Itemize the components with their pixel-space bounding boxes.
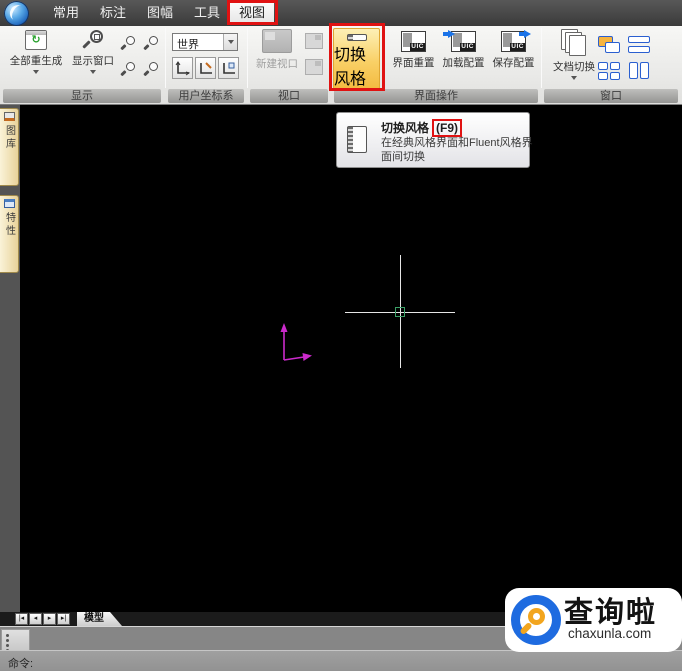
tab-tools[interactable]: 工具 bbox=[187, 4, 227, 22]
load-config-icon: UIC bbox=[443, 30, 476, 52]
doc-switch-button[interactable]: 文档切换 bbox=[547, 29, 601, 80]
zoom-window-icon bbox=[82, 30, 103, 50]
command-prompt: 命令: bbox=[8, 658, 34, 670]
pickbox bbox=[395, 307, 405, 317]
group-label-ucs: 用户坐标系 bbox=[168, 89, 244, 103]
tab-view-active[interactable]: 视图 bbox=[230, 2, 274, 23]
palette-tab-library[interactable]: 图库 bbox=[0, 108, 19, 186]
cascade-windows-button[interactable] bbox=[596, 35, 624, 55]
tab-home[interactable]: 常用 bbox=[46, 4, 86, 22]
tooltip-description: 在经典风格界面和Fluent风格界面间切换 bbox=[381, 137, 533, 163]
library-icon bbox=[3, 112, 15, 121]
chevron-down-icon bbox=[33, 70, 39, 74]
tab-sheet[interactable]: 图幅 bbox=[140, 4, 180, 22]
ucs-object-icon bbox=[200, 61, 212, 74]
tab-annotate[interactable]: 标注 bbox=[93, 4, 133, 22]
chevron-down-icon bbox=[571, 76, 577, 80]
reset-ui-button[interactable]: UIC 界面重置 bbox=[389, 31, 438, 70]
command-drag-handle[interactable] bbox=[1, 629, 30, 652]
chaxunla-logo-icon bbox=[511, 595, 561, 645]
zoom-in-button[interactable] bbox=[140, 31, 162, 55]
tile-horizontal-icon bbox=[628, 36, 650, 43]
palette-tab-properties[interactable]: 特性 bbox=[0, 195, 19, 273]
switch-style-icon bbox=[347, 126, 367, 153]
ribbon: ↻ 全部重生成 显示窗口 显示 世界 用户坐标系 新建视口 视口 切换风格 UI… bbox=[0, 26, 682, 105]
ribbon-tab-bar: 常用 标注 图幅 工具 视图 bbox=[0, 0, 682, 26]
tile-grid-icon bbox=[598, 62, 608, 70]
tile-horizontal-button[interactable] bbox=[626, 35, 654, 55]
join-viewport-icon[interactable] bbox=[305, 59, 323, 75]
grip-dots-icon bbox=[6, 634, 9, 637]
annotation-f9-shortcut: (F9) bbox=[432, 119, 463, 137]
panel-divider bbox=[541, 28, 542, 88]
ucs-world-icon bbox=[175, 60, 190, 75]
tile-vertical-icon bbox=[629, 62, 638, 79]
zoom-previous-icon bbox=[120, 62, 135, 77]
app-window: 常用 标注 图幅 工具 视图 ↻ 全部重生成 显示窗口 显示 世界 用户坐标系 … bbox=[0, 0, 682, 671]
watermark-title: 查询啦 bbox=[564, 597, 658, 629]
model-tab[interactable]: 模型 bbox=[77, 612, 122, 626]
ucs-view-button[interactable] bbox=[218, 57, 239, 79]
tile-grid-button[interactable] bbox=[596, 61, 624, 81]
regen-all-button[interactable]: ↻ 全部重生成 bbox=[5, 30, 67, 74]
app-logo-icon[interactable] bbox=[4, 1, 29, 26]
ucs-world-button[interactable] bbox=[172, 57, 193, 79]
drawing-canvas[interactable] bbox=[20, 105, 682, 612]
ucs-view-icon bbox=[223, 62, 235, 74]
doc-switch-icon bbox=[561, 29, 587, 56]
command-input-row[interactable]: 命令: bbox=[0, 650, 682, 671]
tooltip-title: 切换风格 (F9) bbox=[381, 119, 463, 137]
save-config-button[interactable]: UIC 保存配置 bbox=[489, 30, 538, 70]
regen-icon: ↻ bbox=[25, 30, 47, 50]
zoom-window-button[interactable]: 显示窗口 bbox=[69, 30, 117, 74]
zoom-realtime-icon bbox=[120, 36, 135, 51]
prev-tab-icon[interactable]: ◂ bbox=[29, 613, 42, 625]
last-tab-icon[interactable]: ▸| bbox=[57, 613, 70, 625]
group-label-window: 窗口 bbox=[544, 89, 678, 103]
switch-style-icon bbox=[346, 34, 367, 41]
next-tab-icon[interactable]: ▸ bbox=[43, 613, 56, 625]
panel-divider bbox=[247, 28, 248, 88]
group-label-display: 显示 bbox=[3, 89, 161, 103]
ucs-object-button[interactable] bbox=[195, 57, 216, 79]
ucs-axis-icon bbox=[280, 323, 312, 361]
save-config-icon: UIC bbox=[501, 30, 531, 52]
first-tab-icon[interactable]: |◂ bbox=[15, 613, 28, 625]
panel-divider bbox=[165, 28, 166, 88]
properties-icon bbox=[3, 199, 15, 208]
group-label-interface: 界面操作 bbox=[334, 89, 538, 103]
switch-style-tooltip: 切换风格 (F9) 在经典风格界面和Fluent风格界面间切换 bbox=[336, 112, 533, 168]
ucs-combobox[interactable]: 世界 bbox=[172, 33, 238, 51]
left-palette-bar: 图库 特性 bbox=[0, 105, 20, 612]
chevron-down-icon bbox=[90, 70, 96, 74]
load-config-button[interactable]: UIC 加载配置 bbox=[439, 30, 488, 70]
tile-vertical-button[interactable] bbox=[626, 61, 654, 81]
zoom-realtime-button[interactable] bbox=[117, 31, 139, 55]
chevron-down-icon[interactable] bbox=[223, 34, 237, 50]
zoom-previous-button[interactable] bbox=[117, 57, 139, 81]
switch-style-button[interactable]: 切换风格 bbox=[333, 28, 380, 90]
zoom-dynamic-button[interactable] bbox=[140, 57, 162, 81]
zoom-dynamic-icon bbox=[143, 62, 158, 77]
named-viewport-icon[interactable] bbox=[305, 33, 323, 49]
group-label-viewport: 视口 bbox=[250, 89, 328, 103]
new-viewport-icon bbox=[262, 29, 292, 53]
watermark-domain: chaxunla.com bbox=[568, 626, 652, 641]
reset-ui-icon: UIC bbox=[401, 31, 426, 52]
new-viewport-button[interactable]: 新建视口 bbox=[252, 29, 302, 71]
zoom-in-icon bbox=[143, 36, 158, 51]
panel-divider bbox=[331, 28, 332, 88]
watermark: 查询啦 chaxunla.com bbox=[505, 588, 682, 652]
